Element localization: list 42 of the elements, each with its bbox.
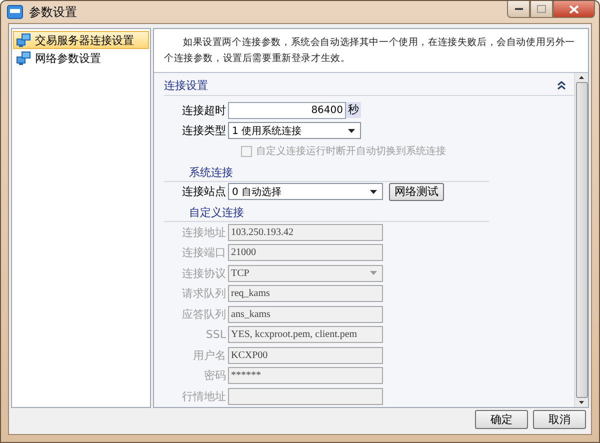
dropdown-arrow-icon bbox=[370, 271, 377, 276]
maximize-icon bbox=[537, 5, 546, 13]
close-icon bbox=[569, 4, 579, 14]
network-test-button[interactable]: 网络测试 bbox=[389, 182, 444, 201]
sidebar-item[interactable]: 网络参数设置 bbox=[13, 49, 149, 67]
maximize-button[interactable] bbox=[530, 1, 553, 18]
station-dropdown[interactable]: 0 自动选择 bbox=[228, 183, 383, 200]
app-icon bbox=[7, 5, 23, 19]
field-label: 连接协议 bbox=[181, 266, 227, 281]
field-label: 连接端口 bbox=[181, 245, 227, 260]
field-label: 连接地址 bbox=[181, 224, 227, 240]
dropdown-arrow-icon bbox=[348, 128, 355, 133]
section-title: 自定义连接 bbox=[189, 205, 244, 220]
dialog-button[interactable]: 取消 bbox=[533, 410, 586, 429]
connection-type-dropdown[interactable]: 1 使用系统连接 bbox=[228, 122, 361, 140]
collapse-icon[interactable] bbox=[557, 80, 566, 90]
field-label: 密码 bbox=[203, 368, 227, 384]
scrollbar[interactable] bbox=[574, 73, 588, 407]
unit-label: 秒 bbox=[346, 102, 361, 118]
field-label: 连接站点 bbox=[181, 184, 227, 200]
field-label: 行情地址 bbox=[181, 388, 227, 404]
window-title: 参数设置 bbox=[29, 4, 77, 20]
sidebar-item[interactable]: 交易服务器连接设置 bbox=[13, 31, 149, 49]
field-label: 请求队列 bbox=[181, 286, 227, 302]
field-label: 连接类型 bbox=[181, 123, 227, 138]
minimize-button[interactable] bbox=[507, 1, 530, 18]
checkbox-label: 自定义连接运行时断开自动切换到系统连接 bbox=[256, 144, 446, 158]
section-title: 连接设置 bbox=[164, 78, 208, 92]
dialog-button[interactable]: 确定 bbox=[475, 410, 528, 429]
network-computers-icon bbox=[16, 50, 32, 66]
section-title: 系统连接 bbox=[189, 164, 233, 180]
field-label: SSL bbox=[204, 328, 227, 342]
close-button[interactable] bbox=[553, 1, 595, 18]
field-label: 应答队列 bbox=[181, 306, 227, 322]
minimize-icon bbox=[514, 8, 522, 10]
network-computers-icon bbox=[16, 32, 32, 48]
field-label: 连接超时 bbox=[181, 102, 227, 118]
scroll-down-icon[interactable] bbox=[579, 401, 584, 404]
scroll-up-icon[interactable] bbox=[579, 76, 584, 79]
timeout-field[interactable]: 86400 bbox=[228, 102, 346, 119]
dropdown-arrow-icon bbox=[370, 190, 377, 194]
field-label: 用户名 bbox=[192, 348, 227, 363]
